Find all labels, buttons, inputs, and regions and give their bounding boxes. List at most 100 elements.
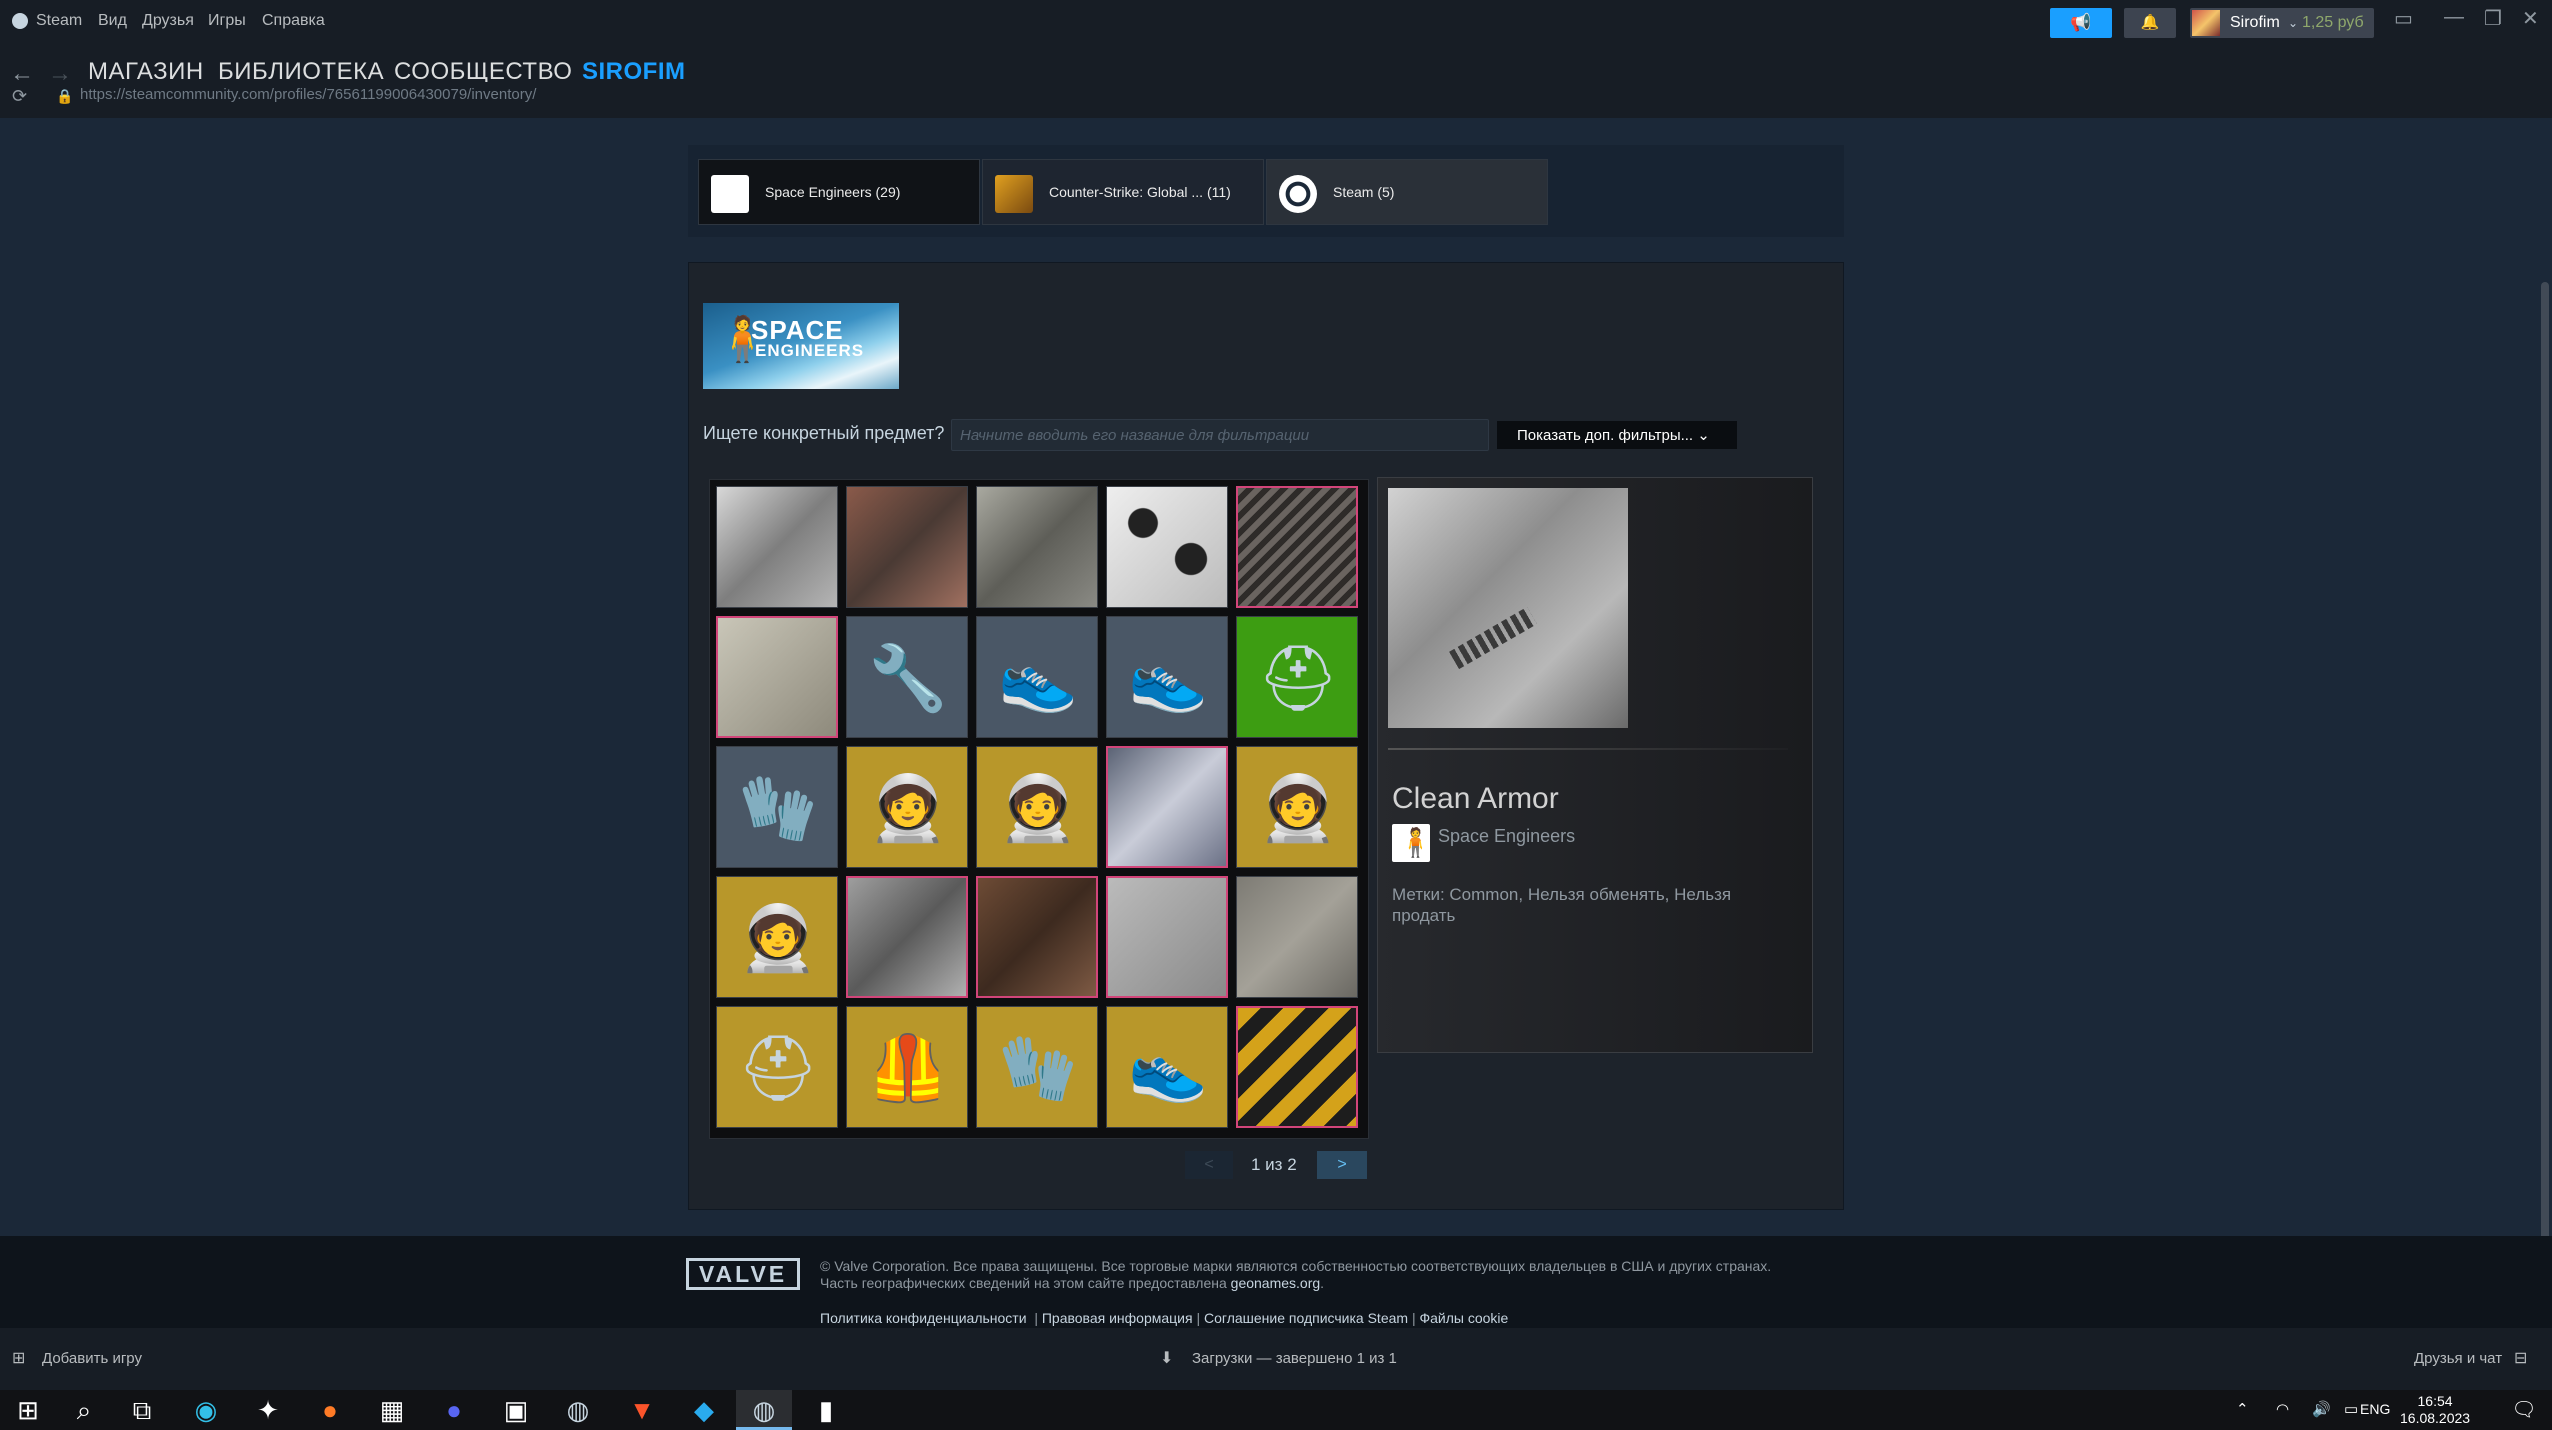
prev-page-button[interactable]: < <box>1185 1151 1233 1179</box>
item-detail: Clean Armor 🧍 Space Engineers Метки: Com… <box>1377 477 1813 1053</box>
footer-links: Политика конфиденциальности | Правовая и… <box>820 1310 1509 1326</box>
steam-logo-icon[interactable] <box>12 13 28 29</box>
language-indicator[interactable]: ENG <box>2360 1401 2390 1417</box>
scrollbar-thumb[interactable] <box>2541 282 2549 1332</box>
title-bar: Steam Вид Друзья Игры Справка 📢 🔔 Sirofi… <box>0 0 2552 44</box>
steam-taskbar-icon[interactable]: ◍ <box>550 1390 606 1430</box>
page-indicator: 1 из 2 <box>1251 1155 1297 1174</box>
inventory-item[interactable]: 👟 <box>1106 1006 1228 1128</box>
search-input[interactable] <box>951 419 1489 451</box>
firefox-icon[interactable]: ● <box>302 1390 358 1430</box>
inventory-item[interactable]: 🧑‍🚀 <box>976 746 1098 868</box>
tab-space-engineers[interactable]: Space Engineers (29) <box>698 159 980 225</box>
next-page-button[interactable]: > <box>1317 1151 1367 1179</box>
game-tabs: Space Engineers (29) Counter-Strike: Glo… <box>688 145 1844 237</box>
item-icon: 🧑‍🚀 <box>868 772 948 844</box>
search-icon[interactable]: ⌕ <box>56 1390 112 1430</box>
steam-icon <box>1279 175 1317 213</box>
inventory-item[interactable]: 🧑‍🚀 <box>716 876 838 998</box>
inventory-item[interactable]: 🧤 <box>716 746 838 868</box>
inventory-item[interactable]: 🔧 <box>846 616 968 738</box>
minecraft-icon[interactable]: ▦ <box>364 1390 420 1430</box>
calendar-app-icon[interactable]: ▣ <box>488 1390 544 1430</box>
menu-view[interactable]: Вид <box>98 12 127 30</box>
minimize-icon[interactable]: — <box>2444 6 2464 29</box>
game-banner[interactable]: 🧍 SPACE ENGINEERS <box>703 303 899 389</box>
footer: VALVE © Valve Corporation. Все права защ… <box>0 1236 2552 1328</box>
scrollbar[interactable] <box>2538 118 2552 1332</box>
close-icon[interactable]: ✕ <box>2522 6 2539 31</box>
show-filters-button[interactable]: Показать доп. фильтры... ⌄ <box>1497 421 1737 449</box>
tab-steam[interactable]: Steam (5) <box>1266 159 1548 225</box>
menu-friends[interactable]: Друзья <box>142 12 194 30</box>
geodata-text: Часть географических сведений на этом са… <box>820 1275 1227 1291</box>
discord-icon[interactable]: ● <box>426 1390 482 1430</box>
inventory-item[interactable] <box>976 876 1098 998</box>
inventory-item[interactable] <box>716 616 838 738</box>
clock-time: 16:54 <box>2417 1393 2453 1409</box>
url-text[interactable]: https://steamcommunity.com/profiles/7656… <box>80 86 536 103</box>
restore-icon[interactable]: ❐ <box>2484 6 2502 31</box>
telegram-icon[interactable]: ◆ <box>676 1390 732 1430</box>
geonames-link[interactable]: geonames.org <box>1231 1275 1321 1291</box>
bell-icon: 🔔 <box>2140 14 2160 31</box>
inventory-item[interactable] <box>846 486 968 608</box>
inventory-item[interactable] <box>976 486 1098 608</box>
brave-icon[interactable]: ▼ <box>614 1390 670 1430</box>
inventory-item[interactable] <box>1236 1006 1358 1128</box>
notification-center-icon[interactable]: 🗨 <box>2496 1390 2552 1430</box>
tab-csgo[interactable]: Counter-Strike: Global ... (11) <box>982 159 1264 225</box>
valve-logo[interactable]: VALVE <box>686 1258 800 1290</box>
steam-menu[interactable]: Steam <box>36 12 82 30</box>
inventory-item[interactable]: 👟 <box>1106 616 1228 738</box>
taskbar: ⊞ ⌕ ⧉ ◉ ✦ ● ▦ ● ▣ ◍ ▼ ◆ ◍ ▮ ⌃ ◠ 🔊 ▭ ENG … <box>0 1390 2552 1430</box>
account-menu[interactable]: Sirofim ⌄ 1,25 руб <box>2190 8 2374 38</box>
big-picture-icon[interactable]: ▭ <box>2394 6 2413 31</box>
wifi-icon[interactable]: ◠ <box>2276 1400 2289 1418</box>
inventory-item[interactable]: 🧑‍🚀 <box>846 746 968 868</box>
item-name: Clean Armor <box>1392 782 1559 815</box>
inventory-item[interactable]: ⛑ <box>716 1006 838 1128</box>
inventory-item[interactable]: ⛑ <box>1236 616 1358 738</box>
inventory-item[interactable]: 👟 <box>976 616 1098 738</box>
add-game-button[interactable]: Добавить игру <box>42 1350 142 1367</box>
inventory-item[interactable] <box>1106 876 1228 998</box>
item-tags: Метки: Common, Нельзя обменять, Нельзя п… <box>1392 885 1732 925</box>
menu-help[interactable]: Справка <box>262 12 325 30</box>
space-engineers-taskbar-icon[interactable]: ▮ <box>798 1390 854 1430</box>
inventory-item[interactable]: 🧤 <box>976 1006 1098 1128</box>
inventory-item[interactable] <box>1106 486 1228 608</box>
chevron-up-icon[interactable]: ⌃ <box>2236 1400 2249 1418</box>
inventory-item[interactable] <box>1106 746 1228 868</box>
inventory-item[interactable] <box>846 876 968 998</box>
privacy-link[interactable]: Политика конфиденциальности <box>820 1310 1027 1326</box>
inventory-item[interactable]: 🦺 <box>846 1006 968 1128</box>
menu-games[interactable]: Игры <box>208 12 246 30</box>
avatar <box>2192 10 2220 36</box>
edge-icon[interactable]: ◉ <box>178 1390 234 1430</box>
reload-icon[interactable]: ⟳ <box>12 86 27 107</box>
task-view-icon[interactable]: ⧉ <box>114 1390 170 1430</box>
downloads-status[interactable]: Загрузки — завершено 1 из 1 <box>1192 1350 1397 1367</box>
steam-active-icon[interactable]: ◍ <box>736 1390 792 1430</box>
battery-icon[interactable]: ▭ <box>2344 1400 2358 1418</box>
legal-link[interactable]: Правовая информация <box>1042 1310 1193 1326</box>
inventory-item[interactable] <box>1236 876 1358 998</box>
clock[interactable]: 16:54 16.08.2023 <box>2400 1393 2470 1427</box>
add-icon[interactable]: ⊞ <box>12 1348 25 1368</box>
cookies-link[interactable]: Файлы cookie <box>1419 1310 1508 1326</box>
inventory-item[interactable] <box>1236 486 1358 608</box>
announcement-button[interactable]: 📢 <box>2050 8 2112 38</box>
item-game-name: Space Engineers <box>1438 826 1576 846</box>
friends-chat-button[interactable]: Друзья и чат <box>2414 1350 2502 1367</box>
notifications-button[interactable]: 🔔 <box>2124 8 2176 38</box>
windows-start-icon[interactable]: ⊞ <box>0 1390 56 1430</box>
subscriber-agreement-link[interactable]: Соглашение подписчика Steam <box>1204 1310 1408 1326</box>
inventory-item[interactable] <box>716 486 838 608</box>
banner-subtitle: ENGINEERS <box>755 341 865 360</box>
inventory-item[interactable]: 🧑‍🚀 <box>1236 746 1358 868</box>
friends-icon[interactable]: ⊟ <box>2514 1348 2527 1368</box>
app-icon[interactable]: ✦ <box>240 1390 296 1430</box>
astronaut-icon: 🧍 <box>1398 827 1433 858</box>
volume-icon[interactable]: 🔊 <box>2312 1400 2331 1418</box>
